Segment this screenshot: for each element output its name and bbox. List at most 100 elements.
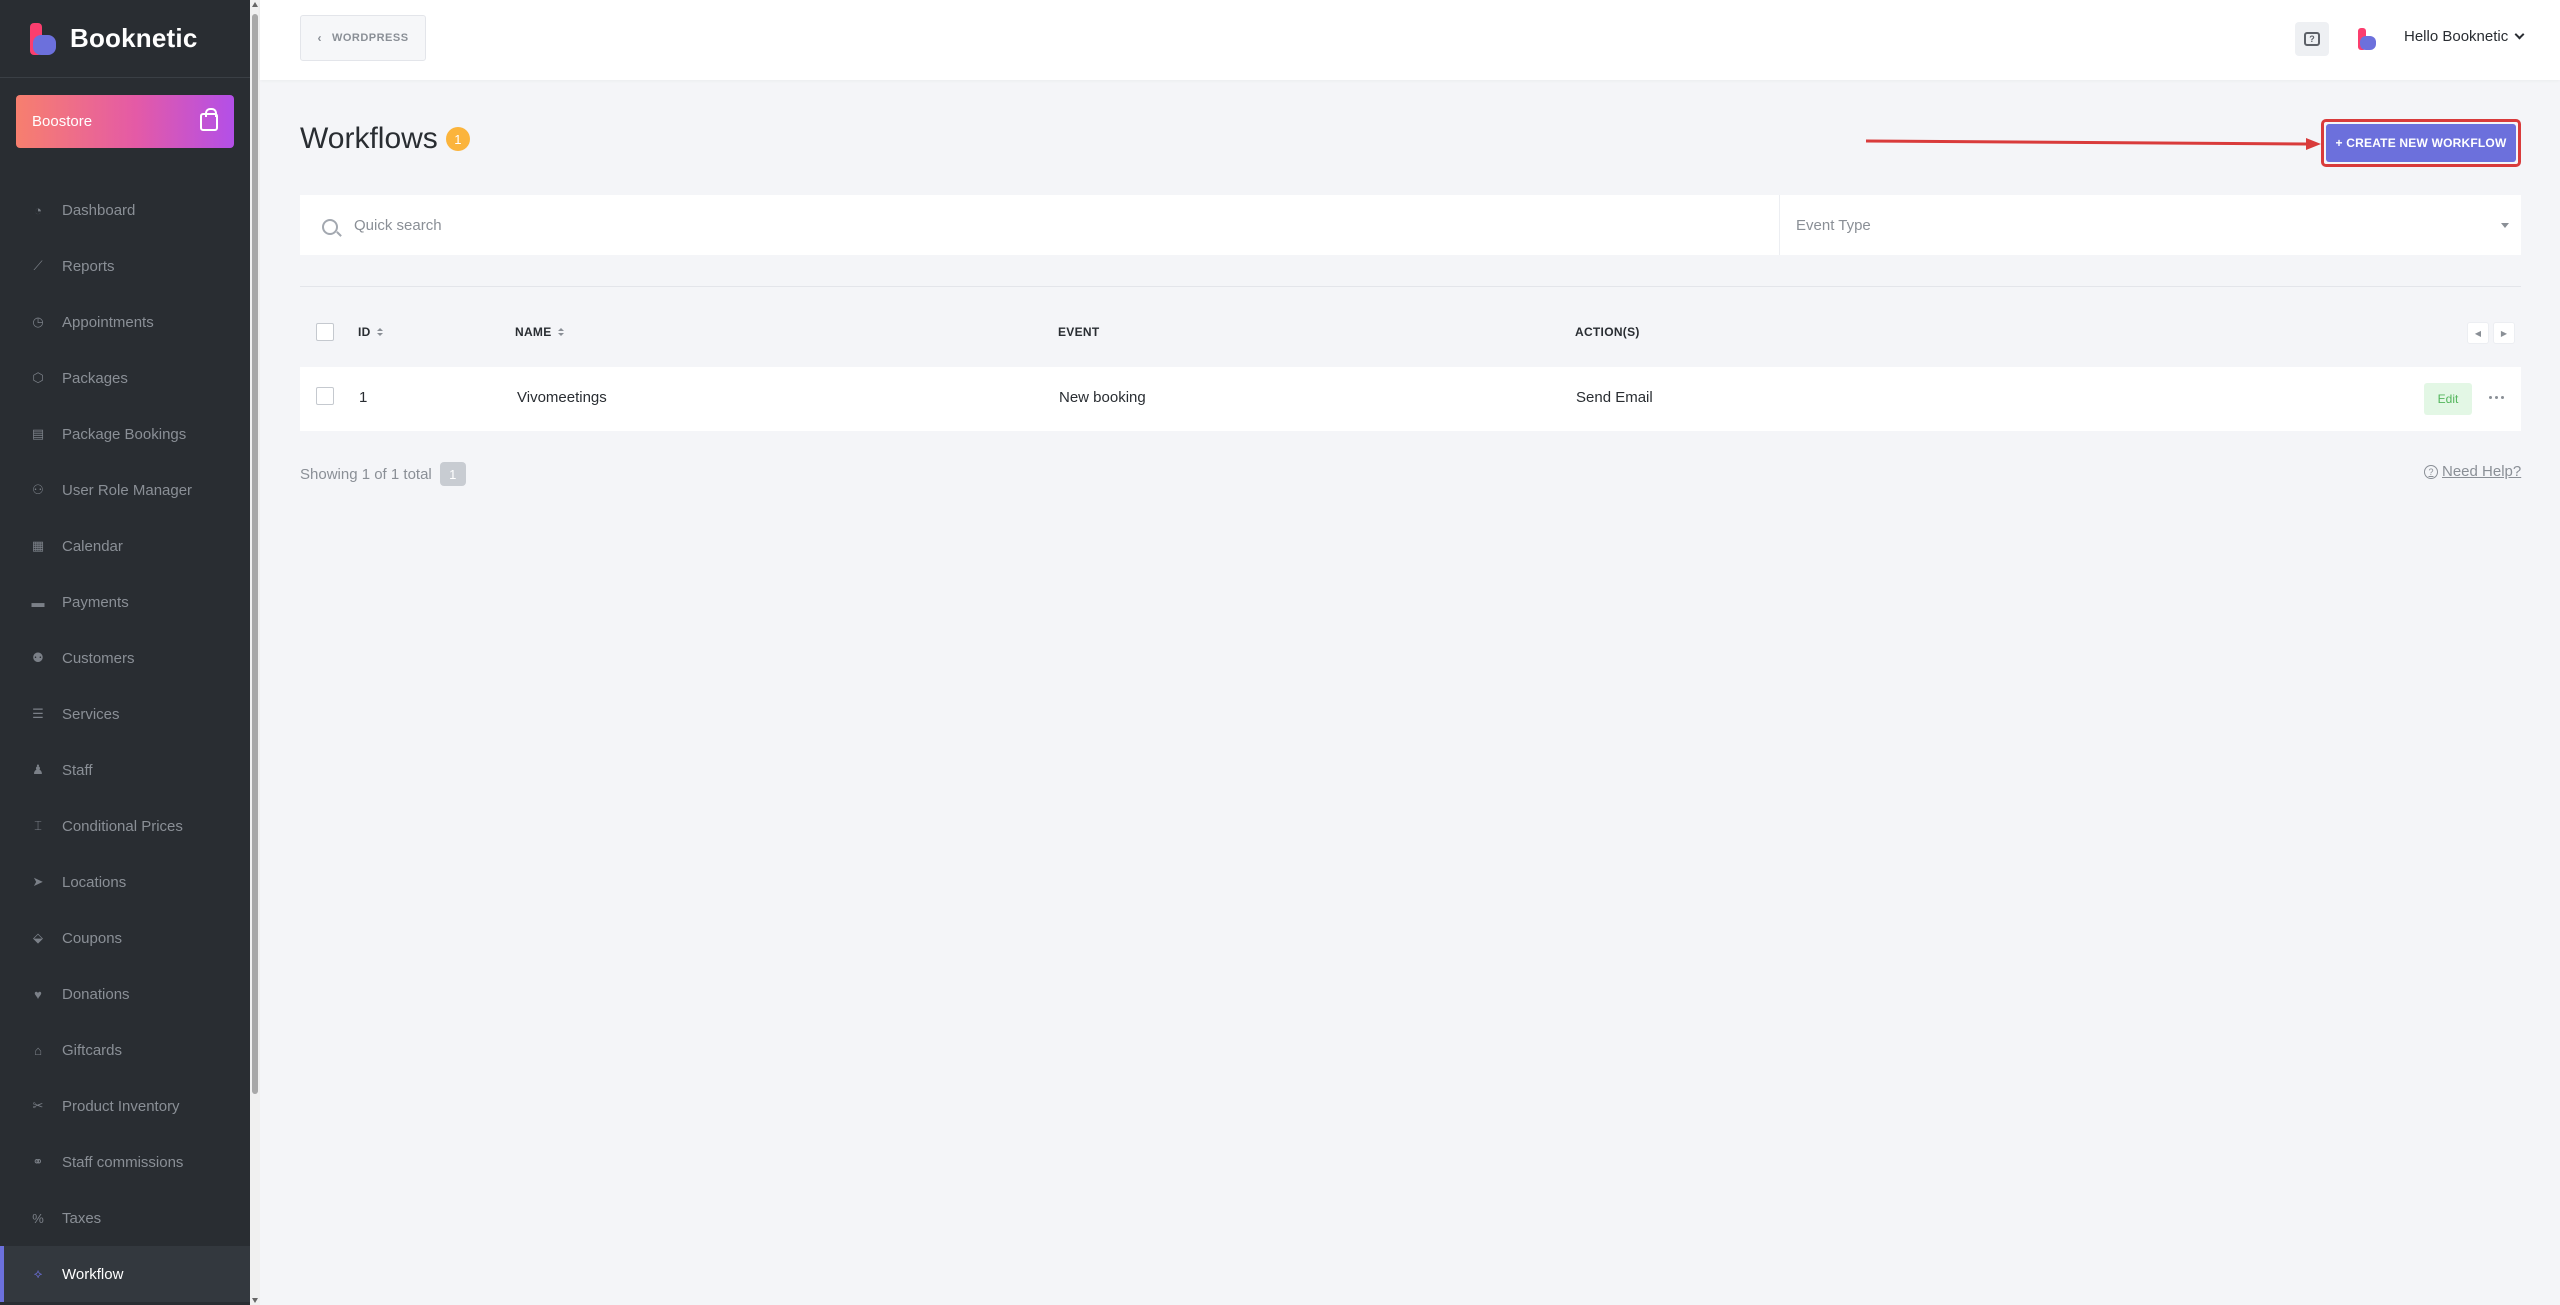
- page-number-button[interactable]: 1: [439, 462, 466, 486]
- annotation-highlight-box: + CREATE NEW WORKFLOW: [2321, 119, 2521, 167]
- column-id-label: ID: [358, 325, 371, 339]
- column-actions-header: ACTION(S): [1575, 325, 1640, 339]
- tools-icon: ✂: [32, 1098, 44, 1113]
- sidebar-scrollbar[interactable]: [250, 0, 260, 1305]
- sidebar-item-payments[interactable]: ▬ Payments: [0, 574, 250, 630]
- hand-holding-icon: ♥: [34, 986, 42, 1002]
- need-help-label: Need Help?: [2442, 463, 2522, 480]
- sidebar-item-calendar[interactable]: ▦ Calendar: [0, 518, 250, 574]
- sidebar-item-dashboard[interactable]: ◔ Dashboard: [0, 182, 250, 238]
- sidebar-item-reports[interactable]: ⟋ Reports: [0, 238, 250, 294]
- sidebar-item-label: Staff: [62, 761, 93, 779]
- prev-page-icon[interactable]: ◀: [2467, 322, 2489, 344]
- page-title: Workflows 1: [300, 122, 470, 156]
- sidebar-item-label: Packages: [62, 369, 128, 387]
- tags-icon: ⬙: [33, 930, 43, 945]
- sidebar-item-packages[interactable]: ⬡ Packages: [0, 350, 250, 406]
- select-all-checkbox[interactable]: [316, 323, 334, 341]
- sidebar-item-taxes[interactable]: % Taxes: [0, 1190, 250, 1246]
- sidebar-item-giftcards[interactable]: ⌂ Giftcards: [0, 1022, 250, 1078]
- column-id-header[interactable]: ID: [358, 325, 383, 339]
- scrollbar-thumb[interactable]: [252, 14, 258, 1094]
- sidebar-item-user-role-manager[interactable]: ⚇ User Role Manager: [0, 462, 250, 518]
- sidebar-item-label: Dashboard: [62, 201, 136, 219]
- sidebar-item-conditional-prices[interactable]: ⌶ Conditional Prices: [0, 798, 250, 854]
- column-name-header[interactable]: NAME: [515, 325, 564, 339]
- chevron-down-icon: [2514, 29, 2525, 40]
- list-icon: ☰: [32, 706, 44, 721]
- chat-question-icon: ?: [2304, 32, 2320, 46]
- sidebar-item-customers[interactable]: ⚉ Customers: [0, 630, 250, 686]
- sidebar-item-product-inventory[interactable]: ✂ Product Inventory: [0, 1078, 250, 1134]
- more-options-icon[interactable]: [2484, 387, 2508, 407]
- row-actions: Send Email: [1576, 389, 1653, 406]
- sidebar-item-coupons[interactable]: ⬙ Coupons: [0, 910, 250, 966]
- row-event: New booking: [1059, 389, 1146, 406]
- next-page-icon[interactable]: ▶: [2493, 322, 2515, 344]
- gift-icon: ⌂: [34, 1042, 42, 1058]
- sidebar-item-appointments[interactable]: ◷ Appointments: [0, 294, 250, 350]
- showing-text: Showing 1 of 1 total: [300, 465, 432, 483]
- search-icon: [322, 219, 338, 235]
- boostore-label: Boostore: [32, 113, 93, 130]
- calendar-icon: ▦: [31, 538, 45, 553]
- need-help-link[interactable]: ? Need Help?: [2424, 463, 2521, 480]
- quick-search-input[interactable]: [354, 195, 1754, 255]
- sidebar-item-staff-commissions[interactable]: ⚭ Staff commissions: [0, 1134, 250, 1190]
- sidebar-item-label: Package Bookings: [62, 425, 187, 443]
- brand[interactable]: Booknetic: [0, 0, 250, 78]
- sort-icon: [557, 328, 564, 336]
- i-cursor-icon: ⌶: [34, 818, 42, 833]
- event-type-select[interactable]: Event Type: [1780, 195, 2521, 255]
- sidebar-item-label: Customers: [62, 649, 135, 667]
- chart-line-icon: ⟋: [33, 258, 43, 273]
- sidebar-item-label: Taxes: [62, 1209, 102, 1227]
- sidebar-item-label: Payments: [62, 593, 129, 611]
- sort-icon: [376, 328, 383, 336]
- sidebar: Booknetic Boostore ◔ Dashboard ⟋ Reports ◷ Ap…: [0, 0, 250, 1305]
- top-header: ‹ WORDPRESS ? Hello Booknetic: [260, 0, 2560, 80]
- row-checkbox[interactable]: [316, 387, 334, 405]
- sidebar-item-label: Donations: [62, 985, 130, 1003]
- create-new-workflow-button[interactable]: + CREATE NEW WORKFLOW: [2326, 124, 2516, 162]
- table-row[interactable]: 1 Vivomeetings New booking Send Email Ed…: [300, 367, 2521, 431]
- wordpress-label: WORDPRESS: [331, 32, 409, 44]
- sidebar-item-workflow[interactable]: ⟡ Workflow: [0, 1246, 250, 1302]
- booknetic-logo-icon: [30, 22, 56, 55]
- divider: [300, 286, 2521, 287]
- sidebar-item-services[interactable]: ☰ Services: [0, 686, 250, 742]
- sidebar-item-package-bookings[interactable]: ▤ Package Bookings: [0, 406, 250, 462]
- sidebar-item-donations[interactable]: ♥ Donations: [0, 966, 250, 1022]
- sidebar-item-label: Workflow: [62, 1265, 124, 1283]
- user-greeting: Hello Booknetic: [2404, 28, 2509, 45]
- users-icon: ⚉: [32, 650, 44, 665]
- column-event-header: EVENT: [1058, 325, 1100, 339]
- sidebar-item-label: Reports: [62, 257, 115, 275]
- dashboard-icon: ◔: [34, 202, 42, 218]
- sidebar-item-label: Services: [62, 705, 120, 723]
- sidebar-item-locations[interactable]: ➤ Locations: [0, 854, 250, 910]
- boostore-button[interactable]: Boostore: [16, 95, 234, 148]
- clock-icon: ◷: [32, 314, 44, 329]
- annotation-arrow: [1866, 138, 2321, 150]
- pagination-info: Showing 1 of 1 total 1: [300, 462, 466, 486]
- column-name-label: NAME: [515, 325, 552, 339]
- table-header: ID NAME EVENT ACTION(S) ◀ ▶: [300, 315, 2521, 351]
- user-menu-toggle[interactable]: Hello Booknetic: [2404, 28, 2525, 45]
- scroll-down-icon[interactable]: [252, 1298, 258, 1303]
- cubes-icon: ⬡: [32, 370, 44, 385]
- handshake-icon: ⚭: [32, 1154, 44, 1169]
- support-chat-button[interactable]: ?: [2295, 22, 2329, 56]
- page-title-text: Workflows: [300, 122, 438, 155]
- scroll-up-icon[interactable]: [252, 2, 258, 7]
- question-circle-icon: ?: [2424, 464, 2438, 479]
- caret-down-icon: [2501, 223, 2509, 228]
- row-name: Vivomeetings: [517, 389, 607, 406]
- back-to-wordpress-button[interactable]: ‹ WORDPRESS: [300, 15, 426, 61]
- credit-card-icon: ▬: [31, 594, 45, 610]
- edit-button[interactable]: Edit: [2424, 383, 2472, 415]
- sidebar-item-staff[interactable]: ♟ Staff: [0, 742, 250, 798]
- box-icon: ▤: [31, 426, 45, 441]
- sidebar-nav: ◔ Dashboard ⟋ Reports ◷ Appointments ⬡ Packages…: [0, 182, 250, 1302]
- user-avatar[interactable]: [2358, 28, 2376, 50]
